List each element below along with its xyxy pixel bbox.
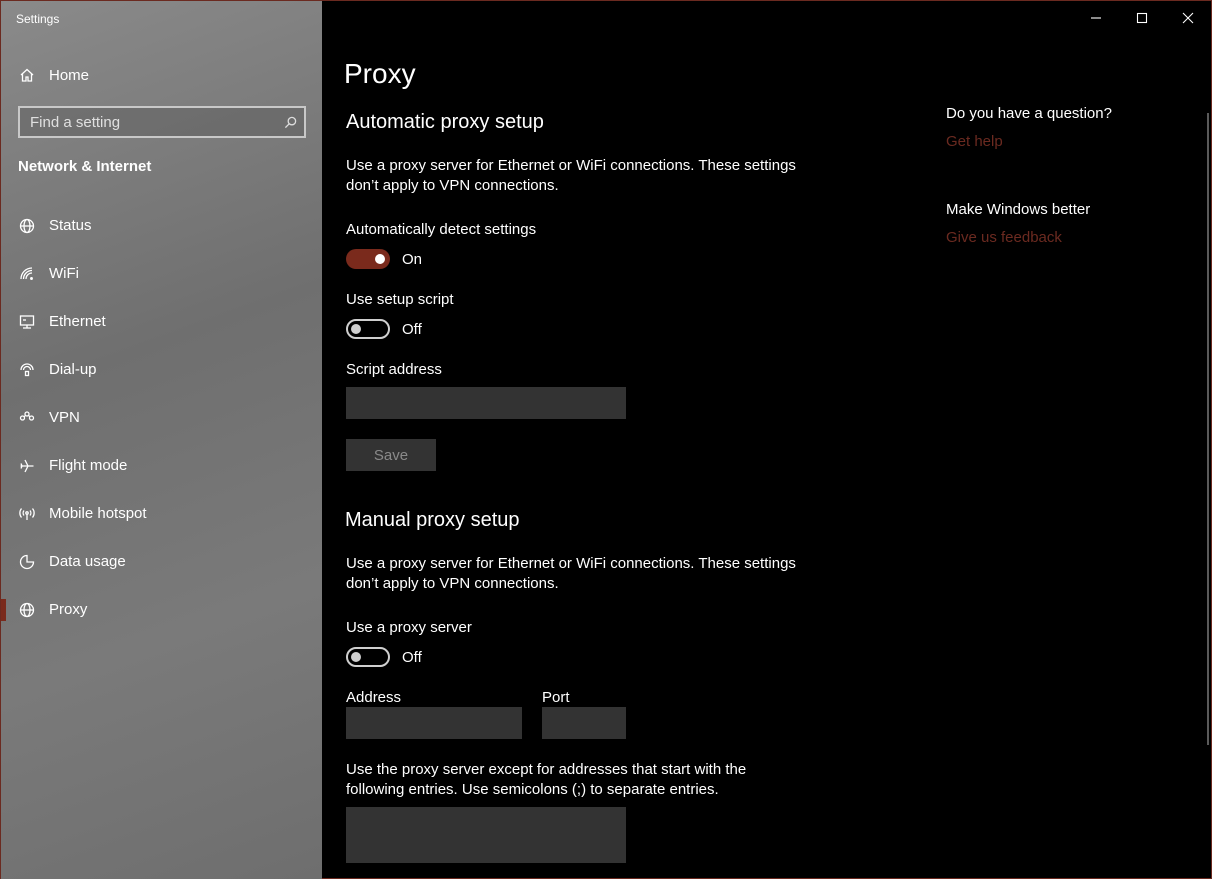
minimize-icon <box>1091 17 1101 19</box>
toggle-switch[interactable] <box>346 249 390 269</box>
globe-icon <box>18 601 36 619</box>
automatic-proxy-heading: Automatic proxy setup <box>346 111 544 133</box>
automatic-proxy-description-line2: don’t apply to VPN connections. <box>346 177 559 194</box>
toggle-switch[interactable] <box>346 647 390 667</box>
page-title: Proxy <box>344 58 416 89</box>
exceptions-description-line2: following entries. Use semicolons (;) to… <box>346 781 719 798</box>
sidebar-item-label: Ethernet <box>49 313 106 330</box>
toggle-switch[interactable] <box>346 319 390 339</box>
exceptions-description-line1: Use the proxy server except for addresse… <box>346 761 747 778</box>
app-title: Settings <box>16 12 60 26</box>
search-icon[interactable] <box>276 108 304 136</box>
sidebar-item-label: Proxy <box>49 601 88 618</box>
question-heading: Do you have a question? <box>946 105 1112 122</box>
sidebar-item-label: Home <box>49 66 90 84</box>
settings-window: Settings Home Network & Internet Status <box>0 0 1212 879</box>
data-usage-icon <box>18 553 36 571</box>
minimize-button[interactable] <box>1073 1 1119 35</box>
section-title: Network & Internet <box>18 158 152 175</box>
sidebar-item-data-usage[interactable]: Data usage <box>1 546 322 594</box>
sidebar-item-wifi[interactable]: WiFi <box>1 258 322 306</box>
sidebar-item-label: Flight mode <box>49 457 128 474</box>
hotspot-icon <box>18 505 36 523</box>
sidebar-item-label: WiFi <box>49 265 79 282</box>
auto-detect-label: Automatically detect settings <box>346 221 537 238</box>
sidebar-item-label: Mobile hotspot <box>49 505 147 522</box>
auto-detect-toggle[interactable]: On <box>346 249 422 269</box>
setup-script-toggle[interactable]: Off <box>346 319 422 339</box>
automatic-proxy-description-line1: Use a proxy server for Ethernet or WiFi … <box>346 157 796 174</box>
ethernet-icon <box>18 313 36 331</box>
close-button[interactable] <box>1165 1 1211 35</box>
sidebar-item-status[interactable]: Status <box>1 210 322 258</box>
address-label: Address <box>346 689 402 706</box>
sidebar: Settings Home Network & Internet Status <box>1 1 322 879</box>
sidebar-item-ethernet[interactable]: Ethernet <box>1 306 322 354</box>
sidebar-item-flight-mode[interactable]: Flight mode <box>1 450 322 498</box>
main-content: Proxy Automatic proxy setup Use a proxy … <box>322 1 1212 879</box>
address-input[interactable] <box>346 707 522 739</box>
feedback-heading: Make Windows better <box>946 201 1091 218</box>
port-label: Port <box>542 689 570 706</box>
use-proxy-toggle[interactable]: Off <box>346 647 422 667</box>
sidebar-item-label: Dial-up <box>49 361 97 378</box>
script-address-label: Script address <box>346 361 442 378</box>
exceptions-input[interactable] <box>346 807 626 863</box>
feedback-link[interactable]: Give us feedback <box>946 229 1062 246</box>
window-controls <box>1073 1 1211 35</box>
port-input[interactable] <box>542 707 626 739</box>
save-button[interactable]: Save <box>346 439 436 471</box>
search-input[interactable] <box>20 108 276 136</box>
sidebar-item-label: Status <box>49 217 92 234</box>
toggle-knob <box>351 652 361 662</box>
sidebar-nav: Status WiFi Ethernet Dial-up VPN Flight … <box>1 210 322 642</box>
sidebar-item-label: Data usage <box>49 553 126 570</box>
search-box <box>18 106 306 138</box>
script-address-input[interactable] <box>346 387 626 419</box>
toggle-knob <box>351 324 361 334</box>
toggle-state-label: On <box>402 250 423 268</box>
sidebar-item-vpn[interactable]: VPN <box>1 402 322 450</box>
toggle-knob <box>375 254 385 264</box>
sidebar-item-home[interactable]: Home <box>1 59 322 91</box>
close-icon <box>1182 12 1194 24</box>
maximize-button[interactable] <box>1119 1 1165 35</box>
sidebar-item-label: VPN <box>49 409 80 426</box>
sidebar-item-mobile-hotspot[interactable]: Mobile hotspot <box>1 498 322 546</box>
manual-proxy-description-line1: Use a proxy server for Ethernet or WiFi … <box>346 555 796 572</box>
manual-proxy-description-line2: don’t apply to VPN connections. <box>346 575 559 592</box>
maximize-icon <box>1136 12 1148 24</box>
toggle-state-label: Off <box>402 648 422 666</box>
use-proxy-label: Use a proxy server <box>346 619 472 636</box>
get-help-link[interactable]: Get help <box>946 133 1003 150</box>
setup-script-label: Use setup script <box>346 291 454 308</box>
home-icon <box>18 66 36 84</box>
globe-icon <box>18 217 36 235</box>
toggle-state-label: Off <box>402 320 422 338</box>
vpn-icon <box>18 409 36 427</box>
airplane-icon <box>18 457 36 475</box>
sidebar-item-dialup[interactable]: Dial-up <box>1 354 322 402</box>
sidebar-item-proxy[interactable]: Proxy <box>1 594 322 642</box>
scrollbar[interactable] <box>1207 113 1209 745</box>
wifi-icon <box>18 265 36 283</box>
manual-proxy-heading: Manual proxy setup <box>345 509 520 531</box>
dialup-icon <box>18 361 36 379</box>
